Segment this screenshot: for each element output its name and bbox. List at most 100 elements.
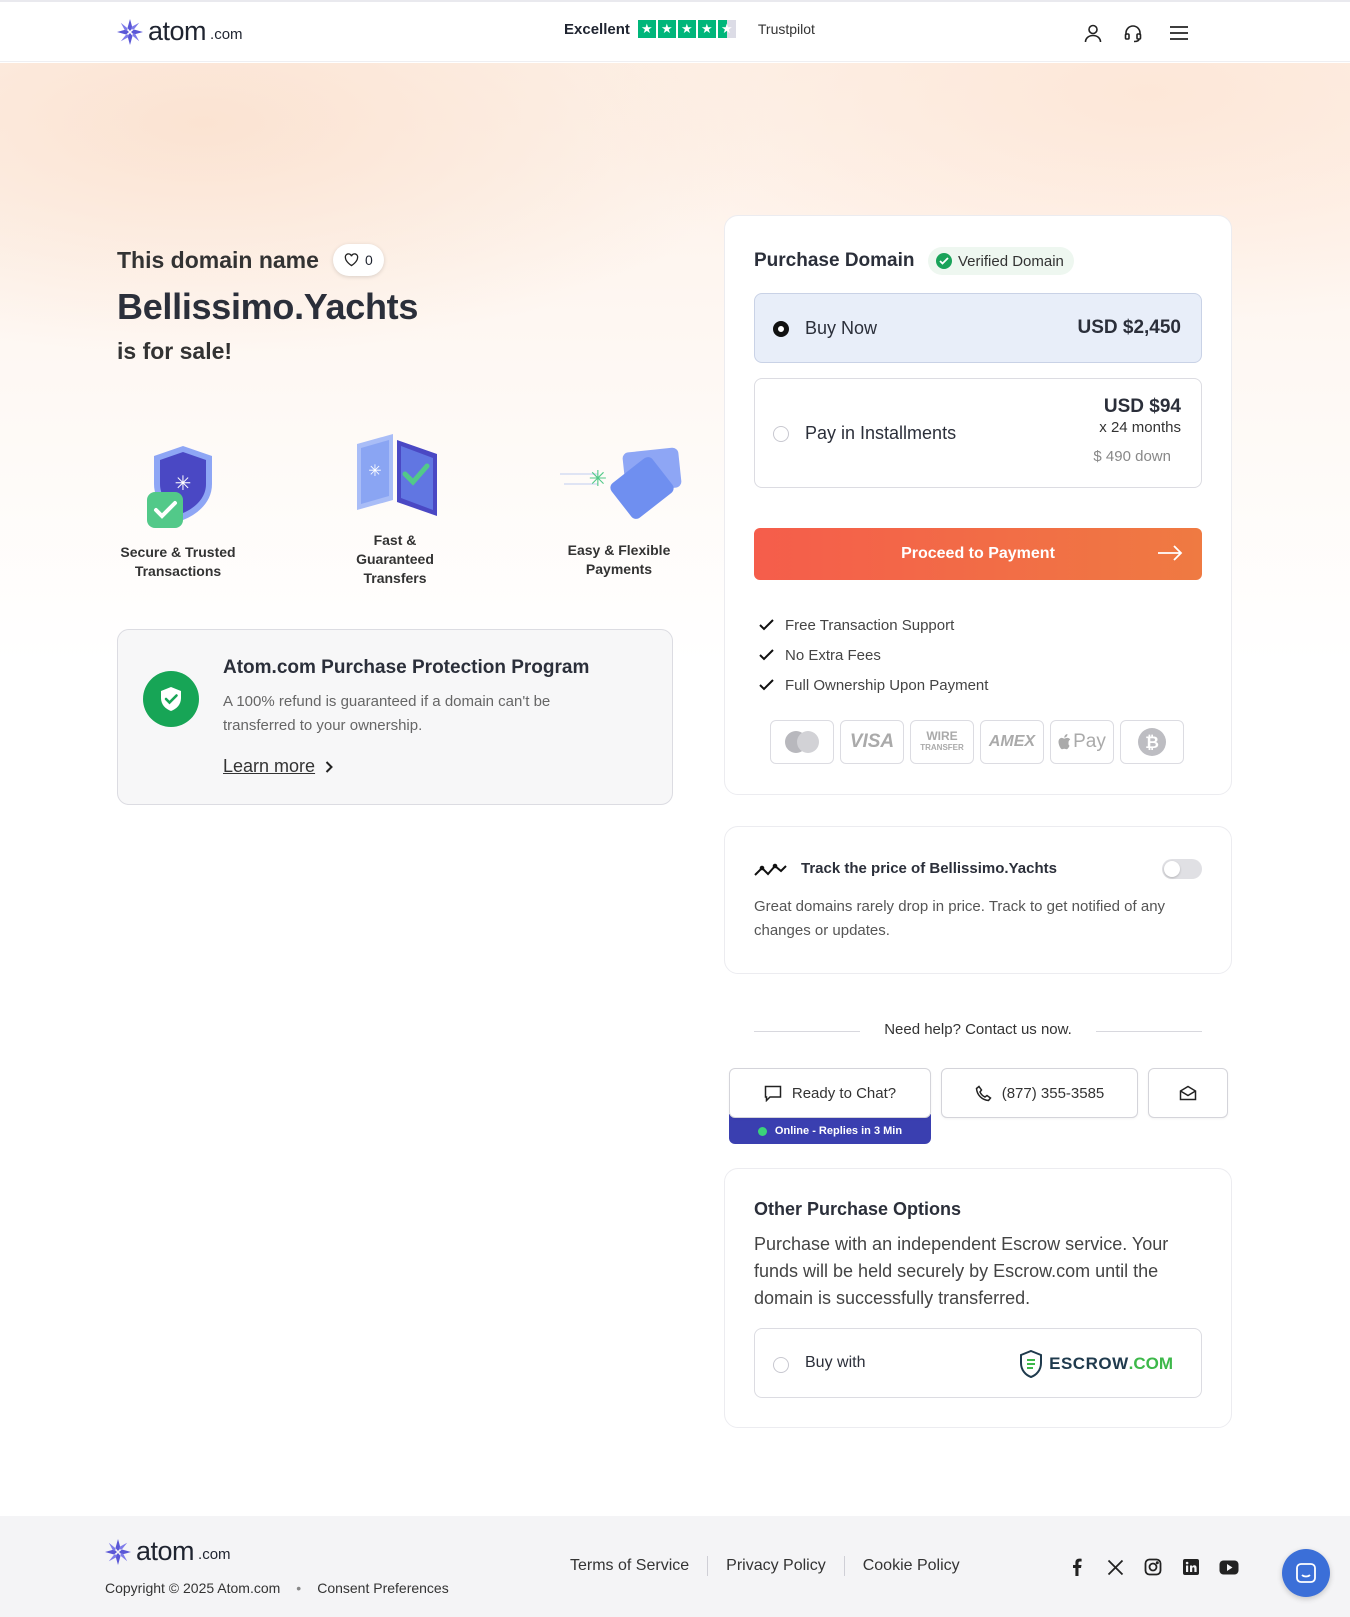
footer-logo-word: atom: [136, 1536, 195, 1566]
divider: [843, 1556, 845, 1576]
installments-radio[interactable]: [773, 426, 789, 442]
chat-label: Ready to Chat?: [791, 1084, 897, 1102]
site-header: atom .com Excellent ★ ★ ★ ★ ★ Trustpilot: [0, 0, 1350, 62]
svg-text:✳: ✳: [368, 463, 381, 480]
x-icon[interactable]: [1104, 1556, 1126, 1578]
feature-payments-line1: Easy & Flexible: [567, 542, 671, 558]
phone-number: (877) 355-3585: [1001, 1084, 1105, 1102]
trustpilot-badge[interactable]: Excellent ★ ★ ★ ★ ★ Trustpilot: [564, 20, 815, 38]
cookie-link[interactable]: Cookie Policy: [863, 1557, 960, 1575]
footer-logo-tld: .com: [198, 1546, 231, 1563]
phone-button[interactable]: (877) 355-3585: [941, 1068, 1138, 1118]
mastercard-icon: [770, 720, 834, 764]
protection-title: Atom.com Purchase Protection Program: [223, 657, 590, 678]
proceed-label: Proceed to Payment: [901, 545, 1055, 562]
verified-badge: Verified Domain: [928, 247, 1074, 275]
other-options-title: Other Purchase Options: [754, 1199, 962, 1219]
intro-label: This domain name: [117, 246, 319, 273]
svg-text:✳: ✳: [175, 473, 192, 495]
learn-more-link[interactable]: Learn more: [223, 756, 333, 777]
online-status-badge: Online - Replies in 3 Min: [729, 1114, 931, 1144]
chat-icon: [1296, 1563, 1316, 1583]
escrow-logo: ESCROW .COM: [1019, 1350, 1173, 1378]
benefit-item: No Extra Fees: [759, 640, 988, 670]
apple-pay-icon: Pay: [1050, 720, 1114, 764]
facebook-icon[interactable]: [1066, 1556, 1088, 1578]
site-footer: atom .com Copyright © 2025 Atom.com • Con…: [0, 1516, 1350, 1617]
star-icon: ★: [657, 20, 676, 38]
star-icon: ★: [697, 20, 716, 38]
arrow-right-icon: [1158, 545, 1183, 561]
atom-star-icon: [105, 1538, 131, 1565]
svg-text:✳: ✳: [589, 466, 607, 491]
chevron-right-icon: [325, 760, 333, 773]
visa-icon: VISA: [840, 720, 904, 764]
benefit-label: Free Transaction Support: [785, 616, 955, 634]
bitcoin-icon: ₿: [1120, 720, 1184, 764]
instagram-icon[interactable]: [1142, 1556, 1164, 1578]
check-icon: [759, 679, 774, 691]
copyright-row: Copyright © 2025 Atom.com • Consent Pref…: [105, 1580, 449, 1596]
youtube-icon[interactable]: [1218, 1556, 1240, 1578]
apple-icon: [1058, 734, 1071, 750]
menu-icon[interactable]: [1168, 22, 1190, 44]
buy-now-radio[interactable]: [773, 321, 789, 337]
protection-program-card: Atom.com Purchase Protection Program A 1…: [117, 629, 673, 805]
transfer-illustration: ✳: [357, 434, 437, 516]
proceed-to-payment-button[interactable]: Proceed to Payment: [754, 528, 1202, 580]
footer-atom-logo[interactable]: atom .com: [104, 1536, 231, 1567]
atom-logo[interactable]: atom .com: [116, 16, 243, 47]
social-links: [1066, 1556, 1240, 1578]
verified-label: Verified Domain: [958, 252, 1064, 270]
escrow-tld: .COM: [1128, 1354, 1173, 1373]
copyright-text: Copyright © 2025 Atom.com: [105, 1580, 281, 1596]
escrow-radio[interactable]: [773, 1357, 789, 1373]
svg-text:₿: ₿: [1145, 733, 1159, 753]
trustpilot-label: Trustpilot: [757, 21, 815, 37]
escrow-option[interactable]: Buy with ESCROW .COM: [754, 1328, 1202, 1398]
heart-icon: [344, 253, 359, 267]
half-star-icon: ★: [717, 20, 736, 38]
installments-down: $ 490 down: [1093, 448, 1171, 465]
email-button[interactable]: [1148, 1068, 1228, 1118]
amex-label: AMEX: [988, 733, 1036, 750]
wire-transfer-icon: WIRE TRANSFER: [910, 720, 974, 764]
benefit-label: No Extra Fees: [785, 646, 881, 664]
trustpilot-rating: Excellent: [564, 20, 630, 38]
escrow-brand: ESCROW: [1049, 1354, 1129, 1373]
chat-button[interactable]: Ready to Chat?: [729, 1068, 931, 1118]
divider: [754, 1031, 860, 1032]
user-icon[interactable]: [1082, 22, 1104, 44]
trend-icon: [754, 863, 787, 876]
verified-check-icon: [936, 253, 952, 269]
apple-pay-label: Pay: [1073, 731, 1106, 752]
cards-illustration: ✳: [560, 447, 682, 519]
linkedin-icon[interactable]: [1180, 1556, 1202, 1578]
header-actions: [1082, 22, 1190, 44]
payment-methods: VISA WIRE TRANSFER AMEX Pay ₿: [770, 720, 1184, 764]
track-toggle[interactable]: [1162, 859, 1202, 879]
star-icon: ★: [677, 20, 696, 38]
favorite-button[interactable]: 0: [332, 244, 384, 276]
for-sale-label: is for sale!: [117, 338, 233, 364]
buy-now-option[interactable]: Buy Now USD $2,450: [754, 293, 1202, 363]
atom-star-icon: [117, 18, 143, 45]
toggle-knob: [1164, 861, 1180, 877]
headset-icon[interactable]: [1122, 22, 1144, 44]
installments-option[interactable]: Pay in Installments USD $94 x 24 months …: [754, 378, 1202, 488]
wire-sub-label: TRANSFER: [920, 743, 964, 752]
feature-fast-line2: Guaranteed: [356, 551, 434, 567]
footer-links: Terms of Service Privacy Policy Cookie P…: [570, 1556, 960, 1576]
privacy-link[interactable]: Privacy Policy: [726, 1557, 826, 1575]
divider: [707, 1556, 709, 1576]
logo-word: atom: [148, 16, 207, 46]
envelope-open-icon: [1179, 1085, 1197, 1101]
feature-fast-line3: Transfers: [363, 570, 427, 586]
online-dot: [757, 1126, 767, 1136]
consent-preferences-link[interactable]: Consent Preferences: [317, 1580, 449, 1596]
phone-icon: [975, 1084, 992, 1101]
trustpilot-stars: ★ ★ ★ ★ ★: [637, 20, 736, 38]
chat-widget-button[interactable]: [1282, 1549, 1330, 1597]
online-label: Online - Replies in 3 Min: [774, 1125, 903, 1137]
terms-link[interactable]: Terms of Service: [570, 1557, 689, 1575]
